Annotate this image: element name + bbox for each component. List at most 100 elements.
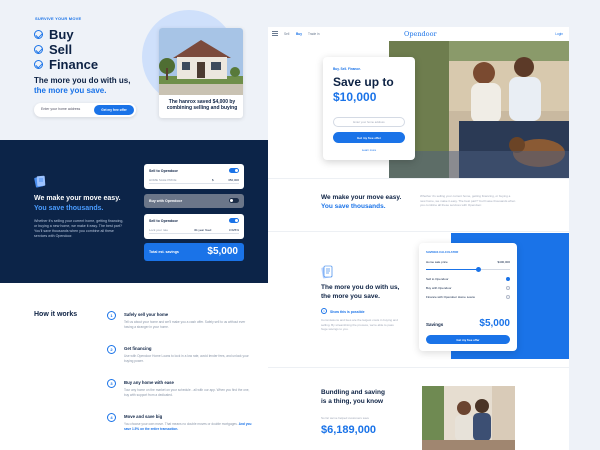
- check-item-buy: Buy: [34, 27, 74, 42]
- card-sub-label: HOME SALE PRICE: [149, 178, 177, 182]
- option-radio[interactable]: [506, 286, 510, 290]
- option-radio[interactable]: [506, 277, 510, 281]
- subpoint-title: Show this is possible: [330, 310, 365, 314]
- step-number: 3: [107, 379, 116, 388]
- step-item: 3 Buy any home with ease Tour any home o…: [107, 379, 257, 405]
- navy-paragraph: Whether it's selling your current home, …: [34, 219, 124, 238]
- hero-eyebrow: Buy. Sell. Finance.: [333, 67, 361, 71]
- family-photo: [389, 41, 569, 179]
- section4-paragraph: So far we've helped customers save: [321, 416, 370, 420]
- slider-knob[interactable]: [475, 267, 481, 272]
- step-desc: Use with Opendoor Home Loans to lock in …: [124, 354, 249, 363]
- section4-headline-line-2: is a thing, you know: [321, 398, 384, 405]
- login-link[interactable]: Login: [555, 32, 563, 36]
- learn-more-link[interactable]: Learn more: [323, 148, 415, 152]
- step-number: 1: [107, 311, 116, 320]
- opendoor-logo[interactable]: Opendoor: [404, 30, 437, 38]
- calc-offer-button[interactable]: Get my free offer: [426, 335, 510, 344]
- option-label: Buy with Opendoor: [426, 286, 452, 290]
- step-title: Safely sell your home: [124, 312, 169, 317]
- card-label: Buy with Opendoor: [149, 199, 183, 203]
- section-divider: [268, 178, 569, 179]
- documents-icon: [34, 175, 46, 188]
- section2-headline-line-1: We make your move easy.: [321, 194, 402, 201]
- total-savings-bar: Total est. savings $5,000: [144, 243, 244, 261]
- step-desc-text: You choose your own move. That means no …: [124, 422, 238, 426]
- toggle-switch[interactable]: [229, 168, 239, 173]
- section2-headline-line-2: You save thousands.: [321, 203, 386, 210]
- price-label: Home sale price: [426, 260, 448, 264]
- get-offer-button[interactable]: Get my free offer: [94, 105, 134, 115]
- navy-headline: We make your move easy. You save thousan…: [34, 194, 121, 214]
- calc-card-buy[interactable]: Buy with Opendoor: [144, 194, 244, 208]
- how-it-works-title: How it works: [34, 311, 78, 318]
- step-desc: Tell us about your home and we'll make y…: [124, 320, 246, 329]
- hero-offer-button[interactable]: Get my free offer: [333, 132, 405, 143]
- check-circle-icon: [34, 30, 43, 39]
- step-number: 2: [107, 345, 116, 354]
- step-desc: Tour any home on the market on your sche…: [124, 388, 250, 397]
- step-item: 2 Get financing Use with Opendoor Home L…: [107, 345, 257, 371]
- left-headline: The more you do with us, the more you sa…: [34, 76, 144, 96]
- card-sub-value: 3.625%: [228, 228, 239, 232]
- card-sub-label: Lock your rate: [149, 228, 169, 232]
- card-sub-term: 30-year fixed: [194, 228, 212, 232]
- option-label: Finance with Opendoor Home Loans: [426, 295, 475, 299]
- section2-headline: We make your move easy. You save thousan…: [321, 193, 401, 211]
- check-item-finance: Finance: [34, 57, 98, 72]
- subpoint-number: 1: [321, 308, 327, 314]
- step-title: Buy any home with ease: [124, 380, 174, 385]
- savings-value: $5,000: [207, 246, 238, 257]
- address-input[interactable]: Enter your home address Get my free offe…: [34, 103, 136, 117]
- slider-fill: [426, 269, 479, 270]
- top-nav: Sell Buy Trade in Opendoor Login: [268, 27, 569, 40]
- savings-label: Total est. savings: [149, 250, 179, 254]
- card-divider: [149, 233, 239, 234]
- landing-page-mockup: Sell Buy Trade in Opendoor Login Buy. Se…: [268, 27, 569, 450]
- option-label: Sell to Opendoor: [426, 277, 449, 281]
- hero-card: Buy. Sell. Finance. Save up to $10,000 E…: [323, 57, 415, 160]
- step-title: Get financing: [124, 346, 152, 351]
- option-radio[interactable]: [506, 295, 510, 299]
- section4-headline-line-1: Bundling and saving: [321, 389, 385, 396]
- house-card: The hanrox saved $4,000 by combining sel…: [159, 28, 243, 118]
- step-number: 4: [107, 413, 116, 422]
- navy-headline-line-2: You save thousands.: [34, 205, 104, 212]
- check-circle-icon: [34, 45, 43, 54]
- hero-address-input[interactable]: Enter your home address: [333, 117, 405, 127]
- nav-item-trade-in[interactable]: Trade in: [308, 32, 320, 36]
- price-slider[interactable]: [426, 267, 510, 272]
- calc-savings-label: Savings: [426, 322, 444, 327]
- eyebrow-text: SURVIVE YOUR MOVE: [35, 16, 82, 21]
- house-caption: The hanrox saved $4,000 by combining sel…: [166, 99, 238, 111]
- savings-calculator: SAVINGS CALCULATOR Home sale price $400,…: [419, 243, 517, 351]
- section3-headline: The more you do with us, the more you sa…: [321, 283, 399, 301]
- navy-headline-line-1: We make your move easy.: [34, 195, 121, 202]
- card-sub-value: 350,000: [228, 178, 239, 182]
- calculator-title: SAVINGS CALCULATOR: [426, 250, 459, 254]
- section3-headline-line-1: The more you do with us,: [321, 284, 400, 291]
- step-title: Move and save big: [124, 414, 163, 419]
- section4-headline: Bundling and saving is a thing, you know: [321, 388, 385, 406]
- toggle-switch[interactable]: [229, 218, 239, 223]
- card-label: Sell to Opendoor: [149, 169, 178, 173]
- step-desc: You choose your own move. That means no …: [124, 422, 252, 431]
- card-divider: [149, 183, 239, 184]
- house-image: [159, 28, 243, 95]
- section-divider: [268, 231, 569, 232]
- couple-photo: [422, 386, 515, 450]
- card-label: Sell to Opendoor: [149, 219, 178, 223]
- check-item-sell: Sell: [34, 42, 72, 57]
- hero-title: Save up to: [333, 75, 394, 89]
- toggle-switch[interactable]: [229, 198, 239, 203]
- address-placeholder: Enter your home address: [41, 107, 81, 111]
- calc-card-sell[interactable]: Sell to Opendoor HOME SALE PRICE $ 350,0…: [144, 164, 244, 189]
- calc-card-finance[interactable]: Sell to Opendoor Lock your rate 30-year …: [144, 214, 244, 239]
- section4-value: $6,189,000: [321, 424, 377, 436]
- check-label: Buy: [49, 27, 74, 42]
- nav-item-sell[interactable]: Sell: [284, 32, 289, 36]
- nav-item-buy[interactable]: Buy: [296, 32, 302, 36]
- section2-paragraph: Whether it's selling your current home, …: [420, 194, 516, 207]
- check-label: Finance: [49, 57, 99, 72]
- menu-icon[interactable]: [272, 31, 278, 36]
